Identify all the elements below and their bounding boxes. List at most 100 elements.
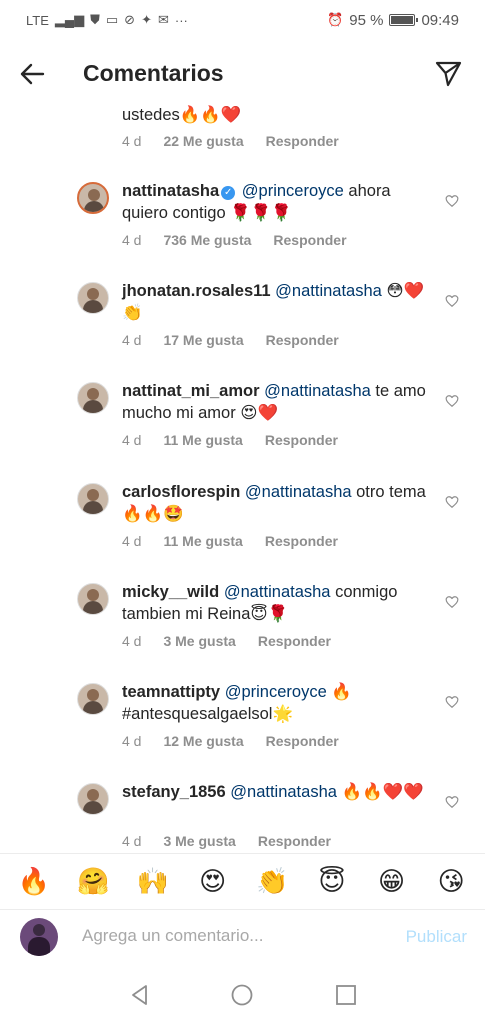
avatar[interactable]: [77, 683, 109, 715]
alarm-icon: ⏰: [327, 12, 344, 27]
nav-home-icon[interactable]: [230, 983, 254, 1007]
avatar[interactable]: [77, 482, 109, 515]
avatar[interactable]: [77, 182, 109, 214]
comment-username[interactable]: jhonatan.rosales11: [122, 282, 271, 300]
emoji-quick-bar: 🔥 🤗 🙌 😍 👏 😇 😁 😘: [0, 853, 485, 909]
shield-icon: ⛊: [90, 12, 100, 27]
emoji-button[interactable]: 👏: [250, 866, 294, 897]
emoji-button[interactable]: 😍: [191, 866, 235, 897]
comment-username[interactable]: nattinat_mi_amor: [122, 382, 260, 400]
emoji-button[interactable]: 🤗: [71, 866, 115, 897]
emoji-button[interactable]: 😁: [370, 866, 414, 897]
header: Comentarios: [0, 46, 485, 102]
comment-text: nattinat_mi_amor @nattinatasha te amo mu…: [122, 380, 432, 424]
signal-bars-icon: ▂▄▆: [54, 12, 85, 27]
reply-button[interactable]: Responder: [265, 533, 338, 549]
battery-icon: [389, 14, 419, 26]
comment-likes[interactable]: 12 Me gusta: [163, 733, 243, 749]
comment-username[interactable]: nattinatasha: [122, 182, 219, 200]
comment-text: nattinatasha ✓ @princeroyce ahora quiero …: [122, 180, 432, 224]
comment-likes[interactable]: 11 Me gusta: [163, 533, 242, 549]
heart-icon[interactable]: [445, 294, 459, 308]
avatar[interactable]: [77, 382, 109, 415]
back-arrow-icon[interactable]: [18, 60, 46, 88]
comment-age: 4 d: [122, 332, 142, 349]
emoji-button[interactable]: 🙌: [131, 866, 175, 897]
reply-button[interactable]: Responder: [258, 633, 331, 649]
nav-back-icon[interactable]: [128, 983, 152, 1007]
comment-likes[interactable]: 17 Me gusta: [163, 332, 243, 348]
emoji-button[interactable]: 🔥: [12, 866, 56, 897]
comment-likes[interactable]: 11 Me gusta: [163, 432, 242, 448]
blocked-icon: ⊘: [124, 12, 136, 27]
avatar: [20, 918, 58, 956]
comment-username[interactable]: micky__wild: [122, 583, 219, 601]
comment-username[interactable]: stefany_1856: [122, 783, 226, 801]
battery-percent: 95 %: [349, 11, 384, 29]
status-bar: LTE ▂▄▆ ⛊ ▭ ⊘ ✦ ✉ ··· ⏰ 95 % 09:49: [0, 0, 485, 40]
status-right: ⏰ 95 % 09:49: [327, 12, 459, 29]
system-nav-bar: [0, 965, 485, 1024]
status-left: LTE ▂▄▆ ⛊ ▭ ⊘ ✦ ✉ ···: [26, 12, 188, 28]
reply-button[interactable]: Responder: [265, 432, 338, 448]
nav-recents-icon[interactable]: [334, 983, 358, 1007]
comment-text: teamnattipty @princeroyce 🔥 #antesquesal…: [122, 681, 432, 725]
mail-icon: ✉: [157, 12, 169, 27]
cast-icon: ▭: [105, 12, 119, 27]
comment-username[interactable]: carlosflorespin: [122, 483, 240, 501]
avatar[interactable]: [77, 783, 109, 816]
more-icon: ···: [174, 12, 188, 28]
comment-mention[interactable]: @nattinatasha: [264, 382, 371, 400]
comment-username[interactable]: teamnattipty: [122, 683, 220, 701]
comment-mention[interactable]: @nattinatasha: [245, 483, 352, 501]
comment-mention[interactable]: @nattinatasha: [230, 783, 337, 801]
heart-icon[interactable]: [445, 595, 459, 609]
heart-icon[interactable]: [445, 695, 459, 709]
heart-icon[interactable]: [445, 394, 459, 408]
heart-icon[interactable]: [445, 495, 459, 509]
comment-body: 🔥🔥❤️❤️: [336, 783, 424, 802]
publish-button[interactable]: Publicar: [406, 927, 467, 947]
clock: 09:49: [421, 11, 459, 29]
comment-age: 4 d: [122, 632, 142, 649]
direct-send-icon[interactable]: [433, 58, 463, 88]
comment-likes[interactable]: 22 Me gusta: [163, 133, 243, 149]
comment-text: stefany_1856 @nattinatasha 🔥🔥❤️❤️: [122, 781, 432, 803]
comment-meta: 4 d 3 Me gusta Responder: [122, 633, 331, 649]
heart-icon[interactable]: [445, 194, 459, 208]
comment-input[interactable]: [82, 926, 382, 946]
signal-icon: LTE: [26, 12, 49, 28]
comment-age: 4 d: [122, 833, 142, 850]
comment-age: 4 d: [122, 232, 142, 248]
comment-age: 4 d: [122, 432, 142, 449]
comment-text: jhonatan.rosales11 @nattinatasha 😳❤️👏: [122, 280, 432, 324]
comment-meta: 4 d 12 Me gusta Responder: [122, 733, 339, 749]
comment-text: micky__wild @nattinatasha conmigo tambie…: [122, 581, 432, 625]
comment-likes[interactable]: 3 Me gusta: [163, 833, 235, 849]
comment-meta: 4 d 11 Me gusta Responder: [122, 533, 338, 549]
heart-icon[interactable]: [445, 795, 459, 809]
comment-meta: 4 d 3 Me gusta Responder: [122, 833, 331, 849]
comment-mention[interactable]: @princeroyce: [242, 182, 344, 200]
twitter-icon: ✦: [141, 12, 152, 27]
comment-likes[interactable]: 736 Me gusta: [163, 232, 251, 248]
reply-button[interactable]: Responder: [273, 232, 346, 248]
comment-mention[interactable]: @nattinatasha: [224, 583, 331, 601]
comment-mention[interactable]: @princeroyce: [225, 683, 327, 701]
avatar[interactable]: [77, 582, 109, 615]
emoji-button[interactable]: 😘: [429, 866, 473, 897]
comment-likes[interactable]: 3 Me gusta: [163, 633, 235, 649]
reply-button[interactable]: Responder: [258, 833, 331, 849]
comments-list[interactable]: ustedes🔥🔥❤️ 4 d 22 Me gusta Responder na…: [0, 100, 485, 852]
reply-button[interactable]: Responder: [266, 133, 339, 149]
comment-age: 4 d: [122, 733, 142, 749]
comment-mention[interactable]: @nattinatasha: [275, 282, 382, 300]
verified-badge-icon: ✓: [221, 186, 236, 200]
partial-comment: ustedes🔥🔥❤️: [122, 104, 241, 126]
reply-button[interactable]: Responder: [266, 733, 339, 749]
comment-meta: 4 d 11 Me gusta Responder: [122, 432, 338, 448]
emoji-button[interactable]: 😇: [310, 866, 354, 897]
avatar[interactable]: [77, 282, 109, 315]
reply-button[interactable]: Responder: [266, 332, 339, 348]
comment-age: 4 d: [122, 133, 142, 149]
